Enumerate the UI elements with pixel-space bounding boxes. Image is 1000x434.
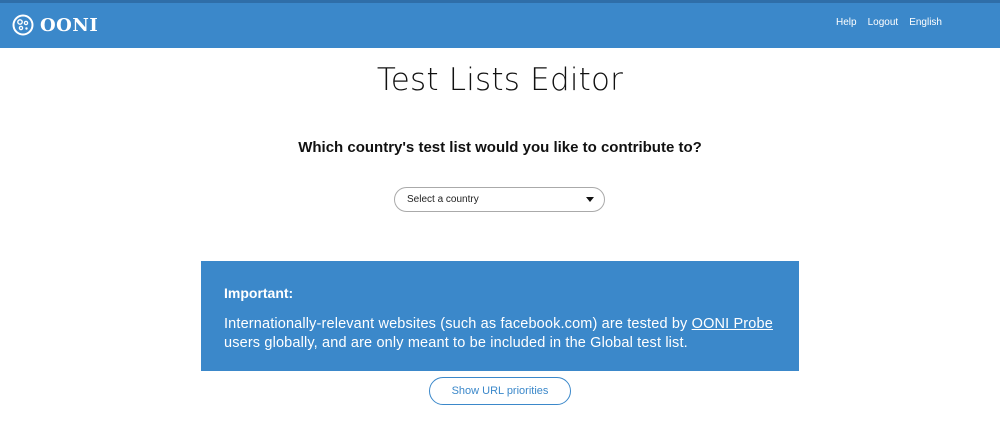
country-select[interactable]: Select a country: [394, 187, 605, 212]
show-url-priorities-button[interactable]: Show URL priorities: [429, 377, 571, 405]
nav-links: Help Logout English: [836, 17, 942, 28]
important-notice: Important: Internationally-relevant webs…: [201, 261, 799, 371]
brand-name: OONI: [40, 14, 99, 36]
country-select-value: Select a country: [407, 194, 479, 205]
ooni-probe-link[interactable]: OONI Probe: [692, 316, 773, 332]
top-navbar: OONI Help Logout English: [0, 0, 1000, 48]
country-question: Which country's test list would you like…: [298, 139, 702, 156]
important-heading: Important:: [224, 285, 294, 301]
important-text-before: Internationally-relevant websites (such …: [224, 316, 692, 332]
nav-help-link[interactable]: Help: [836, 17, 857, 28]
nav-logout-link[interactable]: Logout: [868, 17, 899, 28]
caret-down-icon: [586, 197, 594, 202]
page-title: Test Lists Editor: [376, 62, 624, 98]
language-selector[interactable]: English: [909, 17, 942, 28]
ooni-logo-icon: [12, 14, 34, 36]
important-text-after: users globally, and are only meant to be…: [224, 335, 688, 351]
ooni-logo[interactable]: OONI: [12, 11, 98, 39]
important-text: Internationally-relevant websites (such …: [224, 315, 777, 353]
